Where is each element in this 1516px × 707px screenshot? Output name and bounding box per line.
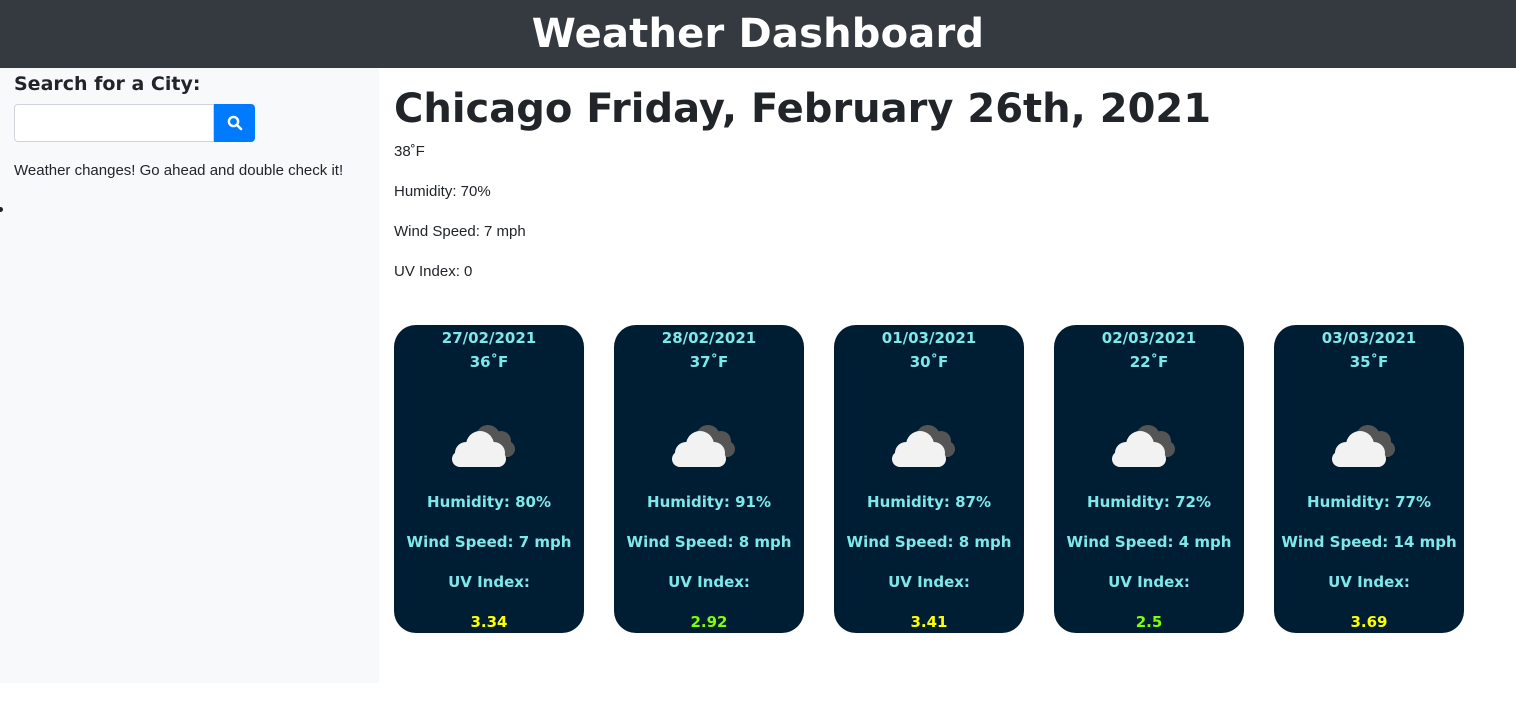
forecast-temp: 36˚F [469,353,509,371]
forecast-humidity: Humidity: 80% [427,493,551,511]
cloudy-icon [672,425,735,467]
forecast-uv-label: UV Index: [668,573,750,591]
forecast-date: 02/03/2021 [1101,329,1197,347]
forecast-date: 01/03/2021 [881,329,977,347]
current-temp: 38˚F [394,143,425,160]
forecast-uv-label: UV Index: [448,573,530,591]
app-title: Weather Dashboard [531,11,985,57]
forecast-date: 03/03/2021 [1321,329,1417,347]
forecast-card: 28/02/2021 37˚F Humidity: 91% Wind Speed… [614,325,804,633]
cloudy-icon [1332,425,1395,467]
forecast-humidity: Humidity: 72% [1087,493,1211,511]
sidebar-note: Weather changes! Go ahead and double che… [14,162,344,179]
forecast-humidity: Humidity: 91% [647,493,771,511]
search-input[interactable] [14,104,214,142]
forecast-temp: 35˚F [1349,353,1389,371]
header-bar: Weather Dashboard [0,0,1516,68]
forecast-wind: Wind Speed: 7 mph [406,533,572,551]
cloudy-icon [452,425,515,467]
forecast-temp: 22˚F [1129,353,1169,371]
cloudy-icon [1112,425,1175,467]
search-icon [227,115,242,131]
forecast-uv-value: 3.41 [910,613,948,631]
forecast-card: 01/03/2021 30˚F Humidity: 87% Wind Speed… [834,325,1024,633]
forecast-wind: Wind Speed: 8 mph [626,533,792,551]
current-uv: UV Index: 0 [394,263,473,280]
forecast-uv-value: 3.34 [470,613,508,631]
forecast-uv-label: UV Index: [1328,573,1410,591]
current-wind: Wind Speed: 7 mph [394,223,526,240]
forecast-date: 28/02/2021 [661,329,757,347]
cloudy-icon [892,425,955,467]
forecast-card: 03/03/2021 35˚F Humidity: 77% Wind Speed… [1274,325,1464,633]
forecast-temp: 30˚F [909,353,949,371]
forecast-date: 27/02/2021 [441,329,537,347]
forecast-uv-value: 3.69 [1350,613,1388,631]
forecast-uv-value: 2.5 [1135,613,1163,631]
forecast-card: 27/02/2021 36˚F Humidity: 80% Wind Speed… [394,325,584,633]
forecast-humidity: Humidity: 77% [1307,493,1431,511]
search-label: Search for a City: [14,73,201,95]
forecast-wind: Wind Speed: 8 mph [846,533,1012,551]
forecast-uv-value: 2.92 [690,613,728,631]
current-humidity: Humidity: 70% [394,183,491,200]
forecast-card: 02/03/2021 22˚F Humidity: 72% Wind Speed… [1054,325,1244,633]
forecast-uv-label: UV Index: [888,573,970,591]
current-city-title: Chicago Friday, February 26th, 2021 [394,86,1212,132]
forecast-wind: Wind Speed: 4 mph [1066,533,1232,551]
forecast-uv-label: UV Index: [1108,573,1190,591]
forecast-humidity: Humidity: 87% [867,493,991,511]
search-button[interactable] [214,104,255,142]
forecast-wind: Wind Speed: 14 mph [1281,533,1457,551]
sidebar [0,68,379,683]
forecast-temp: 37˚F [689,353,729,371]
